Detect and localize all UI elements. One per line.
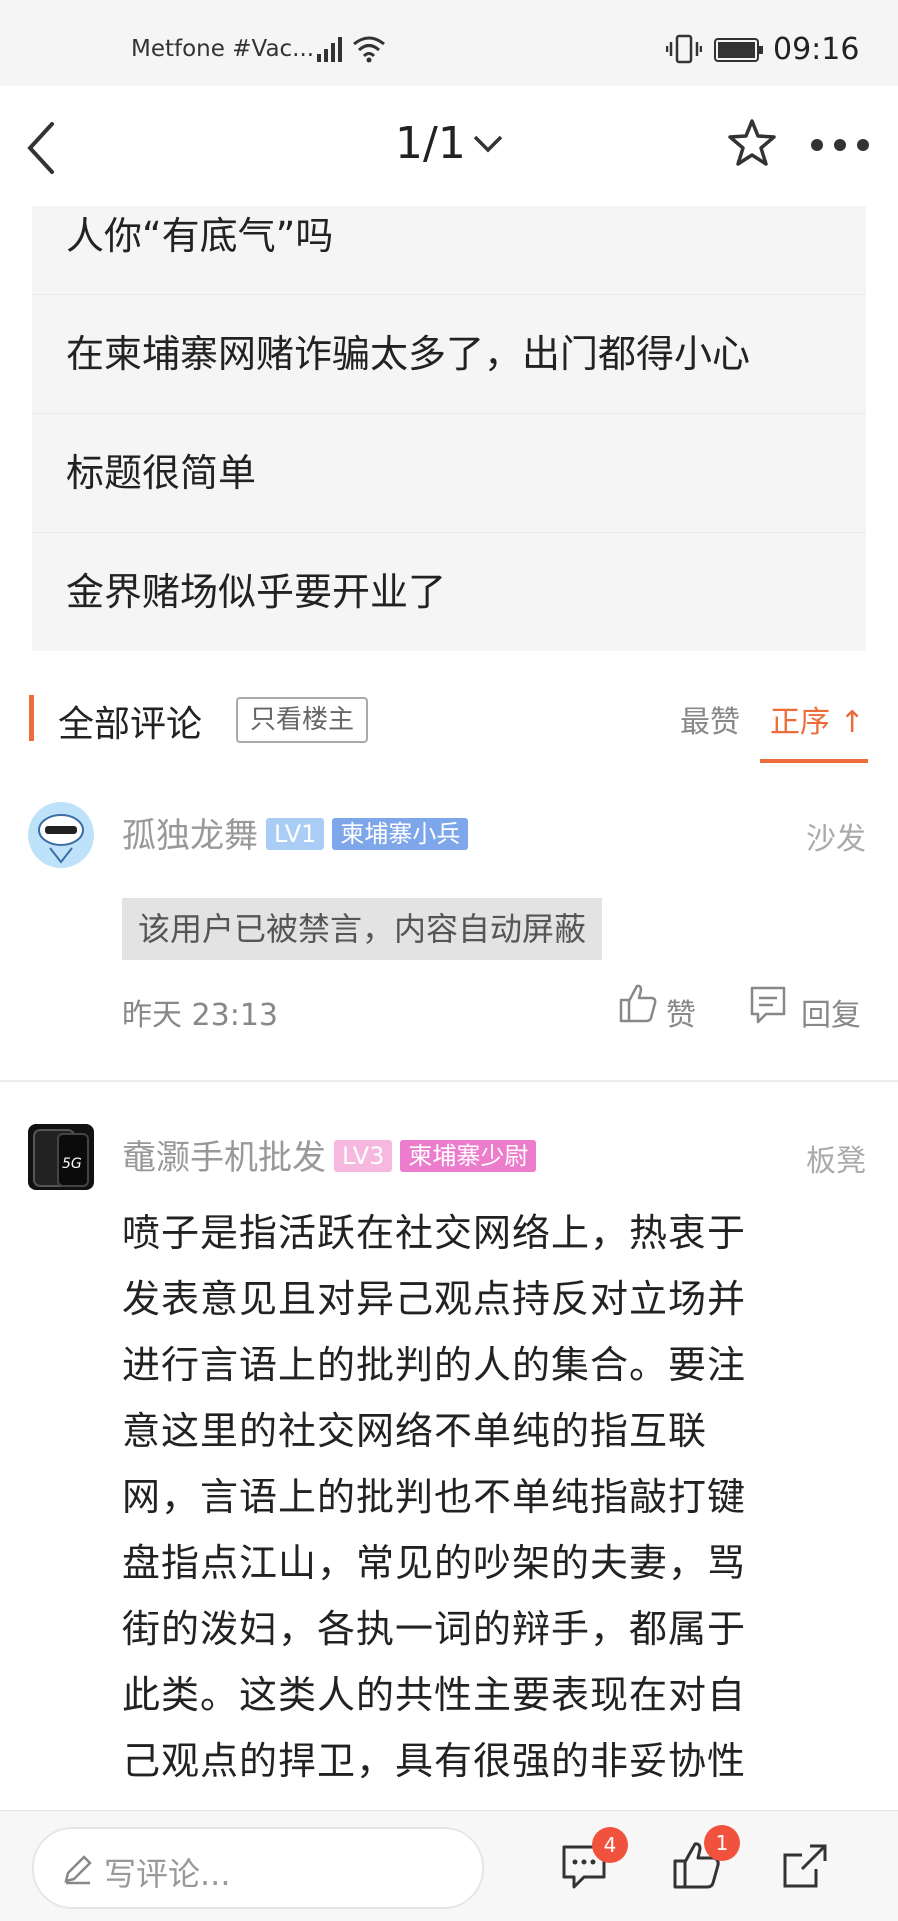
level-badge: LV1: [266, 817, 325, 850]
comments-count-badge: 4: [592, 1827, 628, 1863]
page-indicator[interactable]: 1/1: [395, 118, 466, 169]
likes-count-badge: 1: [704, 1825, 740, 1861]
active-tab-underline: [760, 759, 868, 763]
avatar[interactable]: [28, 802, 94, 868]
username[interactable]: 鼀灏手机批发: [122, 1138, 326, 1178]
vibrate-icon: [666, 34, 702, 64]
status-bar: Metfone #Vac... 09:16: [0, 0, 898, 86]
favorite-star-icon[interactable]: [726, 118, 778, 168]
thumbs-up-icon[interactable]: [618, 982, 658, 1024]
comment-input[interactable]: 写评论...: [32, 1827, 484, 1909]
floor-label: 板凳: [806, 1144, 866, 1179]
comments-count-button[interactable]: 4: [560, 1827, 628, 1895]
bottom-action-bar: 写评论... 4 1: [0, 1810, 898, 1921]
related-post-item[interactable]: 标题很简单: [32, 414, 866, 533]
comment-text-line: 此类。这类人的共性主要表现在对自: [122, 1673, 747, 1717]
comment-text-line: 己观点的捍卫，具有很强的非妥协性: [122, 1739, 747, 1783]
comment-body: 喷子是指活跃在社交网络上，热衷于 发表意见且对异己观点持反对立场并 进行言语上的…: [122, 1200, 822, 1794]
related-posts-list: 人你“有底气”吗 在柬埔寨网赌诈骗太多了，出门都得小心 标题很简单 金界赌场似乎…: [32, 206, 866, 651]
comment-item: 孤独龙舞 LV1 柬埔寨小兵 沙发 该用户已被禁言，内容自动屏蔽 昨天 23:13 …: [0, 790, 898, 1080]
floor-label: 沙发: [806, 822, 866, 857]
reply-icon[interactable]: [748, 984, 788, 1026]
like-post-button[interactable]: 1: [672, 1825, 740, 1895]
username[interactable]: 孤独龙舞: [122, 816, 258, 856]
battery-icon: [714, 38, 763, 62]
comment-text-line: 街的泼妇，各执一词的辩手，都属于: [122, 1607, 747, 1651]
back-arrow-icon[interactable]: [24, 120, 58, 176]
title-badge: 柬埔寨小兵: [332, 817, 469, 850]
cloud-avatar-icon: [38, 814, 84, 864]
more-options-icon[interactable]: [810, 138, 870, 152]
blocked-content: 该用户已被禁言，内容自动屏蔽: [122, 898, 603, 960]
clock: 09:16: [773, 32, 860, 67]
share-button[interactable]: [780, 1841, 830, 1895]
phone-5g-avatar-icon: 5G: [33, 1129, 89, 1187]
comment-time: 昨天 23:13: [122, 998, 278, 1033]
comments-header: 全部评论 只看楼主 最赞 正序 ↑: [0, 683, 898, 763]
title-badge: 柬埔寨少尉: [400, 1139, 537, 1172]
like-button-label[interactable]: 赞: [666, 990, 696, 1034]
svg-text:5G: 5G: [62, 1156, 82, 1172]
pencil-icon: [64, 1855, 92, 1885]
sort-by-likes-tab[interactable]: 最赞: [680, 697, 740, 741]
signal-icon: [317, 37, 342, 62]
related-post-item[interactable]: 人你“有底气”吗: [32, 206, 866, 295]
only-op-button[interactable]: 只看楼主: [236, 697, 369, 743]
comment-author: 孤独龙舞 LV1 柬埔寨小兵: [122, 808, 469, 857]
comments-title: 全部评论: [58, 704, 203, 745]
comment-text-line: 盘指点江山，常见的吵架的夫妻，骂: [122, 1541, 747, 1585]
wifi-icon: [353, 36, 385, 63]
reply-button-label[interactable]: 回复: [801, 990, 861, 1034]
carrier-label: Metfone #Vac...: [131, 36, 315, 62]
top-nav-bar: 1/1: [0, 86, 898, 202]
comment-text-line: 发表意见且对异己观点持反对立场并: [122, 1277, 747, 1321]
comment-text-line: 进行言语上的批判的人的集合。要注: [122, 1343, 747, 1387]
avatar[interactable]: 5G: [28, 1124, 94, 1190]
comment-text-line: 网，言语上的批判也不单纯指敲打键: [122, 1475, 747, 1519]
comment-divider: [0, 1080, 898, 1082]
section-accent-bar: [29, 695, 34, 741]
sort-by-order-tab[interactable]: 正序 ↑: [770, 697, 865, 741]
share-icon: [783, 1844, 827, 1888]
comment-input-placeholder: 写评论...: [104, 1855, 231, 1893]
level-badge: LV3: [334, 1139, 393, 1172]
comment-author: 鼀灏手机批发 LV3 柬埔寨少尉: [122, 1130, 537, 1179]
related-post-item[interactable]: 金界赌场似乎要开业了: [32, 533, 866, 651]
related-post-item[interactable]: 在柬埔寨网赌诈骗太多了，出门都得小心: [32, 295, 866, 414]
comment-text-line: 喷子是指活跃在社交网络上，热衷于: [122, 1211, 747, 1255]
chevron-down-icon[interactable]: [472, 134, 504, 154]
comment-text-line: 意这里的社交网络不单纯的指互联: [122, 1409, 708, 1453]
